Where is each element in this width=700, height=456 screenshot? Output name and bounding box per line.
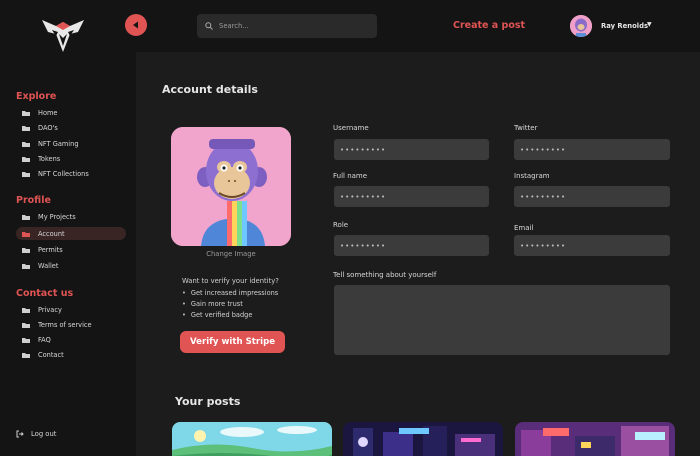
list-item: Get increased impressions xyxy=(182,289,278,300)
chevron-down-icon[interactable]: ▼ xyxy=(647,21,652,28)
sidebar-item-privacy[interactable]: Privacy xyxy=(16,303,126,316)
post-image-1 xyxy=(172,422,332,456)
verify-question: Want to verify your identity? xyxy=(182,277,279,285)
folder-icon xyxy=(22,214,30,220)
instagram-label: Instagram xyxy=(514,172,550,180)
section-title-contact: Contact us xyxy=(16,288,74,299)
sidebar-item-account[interactable]: Account xyxy=(16,227,126,240)
sidebar-item-label: Privacy xyxy=(38,305,62,314)
sidebar-item-label: NFT Collections xyxy=(38,169,89,178)
sidebar-item-nft-gaming[interactable]: NFT Gaming xyxy=(16,137,126,150)
profile-image[interactable] xyxy=(171,127,291,246)
search-input[interactable] xyxy=(219,22,359,30)
avatar[interactable] xyxy=(570,15,592,37)
about-label: Tell something about yourself xyxy=(333,271,437,279)
twitter-field[interactable]: ••••••••• xyxy=(514,139,670,160)
folder-icon xyxy=(22,125,30,131)
change-image-link[interactable]: Change Image xyxy=(171,250,291,258)
list-item: Get verified badge xyxy=(182,311,278,322)
folder-icon xyxy=(22,322,30,328)
benefits-list: Get increased impressions Gain more trus… xyxy=(182,289,278,322)
folder-icon xyxy=(22,337,30,343)
sidebar: Explore Home DAO's NFT Gaming Tokens NFT… xyxy=(0,0,136,456)
email-label: Email xyxy=(514,224,534,232)
sidebar-item-nft-collections[interactable]: NFT Collections xyxy=(16,167,126,180)
sidebar-item-terms[interactable]: Terms of service xyxy=(16,318,126,331)
sidebar-item-label: Account xyxy=(38,229,65,238)
post-image-3 xyxy=(515,422,675,456)
search-icon xyxy=(205,22,213,30)
sidebar-item-label: Terms of service xyxy=(38,320,92,329)
sidebar-item-label: Contact xyxy=(38,350,64,359)
sidebar-item-label: DAO's xyxy=(38,123,58,132)
folder-icon xyxy=(22,307,30,313)
post-image-2 xyxy=(343,422,503,456)
role-label: Role xyxy=(333,221,349,229)
sidebar-item-label: Home xyxy=(38,108,58,117)
ape-nft-image xyxy=(171,127,291,246)
post-thumbnail[interactable] xyxy=(172,422,332,456)
folder-icon xyxy=(22,171,30,177)
back-button[interactable] xyxy=(125,14,147,36)
list-item: Gain more trust xyxy=(182,300,278,311)
folder-icon xyxy=(22,231,30,237)
section-title-explore: Explore xyxy=(16,91,57,102)
full-name-label: Full name xyxy=(333,172,368,180)
sidebar-item-daos[interactable]: DAO's xyxy=(16,121,126,134)
logo-icon[interactable] xyxy=(42,16,84,54)
role-field[interactable]: ••••••••• xyxy=(334,235,489,256)
logout-label: Log out xyxy=(31,430,57,438)
post-thumbnail[interactable] xyxy=(343,422,503,456)
instagram-field[interactable]: ••••••••• xyxy=(514,186,670,207)
user-name[interactable]: Ray Renolds xyxy=(601,22,648,30)
sidebar-item-home[interactable]: Home xyxy=(16,106,126,119)
logout-icon xyxy=(16,430,24,438)
ape-avatar-icon xyxy=(570,15,592,37)
create-post-link[interactable]: Create a post xyxy=(453,20,525,31)
username-field[interactable]: ••••••••• xyxy=(334,139,489,160)
sidebar-item-wallet[interactable]: Wallet xyxy=(16,259,126,272)
sidebar-item-faq[interactable]: FAQ xyxy=(16,333,126,346)
search-bar[interactable] xyxy=(197,14,377,38)
folder-icon xyxy=(22,141,30,147)
sidebar-item-label: Permits xyxy=(38,245,63,254)
sidebar-item-label: FAQ xyxy=(38,335,51,344)
posts-title: Your posts xyxy=(175,395,241,408)
folder-icon xyxy=(22,352,30,358)
logout-button[interactable]: Log out xyxy=(16,430,56,438)
section-title-profile: Profile xyxy=(16,195,51,206)
sidebar-item-label: Tokens xyxy=(38,154,61,163)
triangle-left-icon xyxy=(133,21,138,29)
app-window: Explore Home DAO's NFT Gaming Tokens NFT… xyxy=(0,0,700,456)
sidebar-item-label: Wallet xyxy=(38,261,59,270)
verify-stripe-button[interactable]: Verify with Stripe xyxy=(180,331,285,353)
full-name-field[interactable]: ••••••••• xyxy=(334,186,489,207)
folder-icon xyxy=(22,156,30,162)
email-field[interactable]: ••••••••• xyxy=(514,235,670,256)
twitter-label: Twitter xyxy=(514,124,538,132)
sidebar-item-permits[interactable]: Permits xyxy=(16,243,126,256)
folder-icon xyxy=(22,247,30,253)
folder-icon xyxy=(22,110,30,116)
sidebar-item-my-projects[interactable]: My Projects xyxy=(16,210,126,223)
about-textarea[interactable] xyxy=(334,285,670,355)
sidebar-item-label: NFT Gaming xyxy=(38,139,79,148)
sidebar-item-tokens[interactable]: Tokens xyxy=(16,152,126,165)
sidebar-item-label: My Projects xyxy=(38,212,76,221)
username-label: Username xyxy=(333,124,369,132)
post-thumbnail[interactable] xyxy=(515,422,675,456)
page-title: Account details xyxy=(162,83,258,96)
folder-icon xyxy=(22,263,30,269)
sidebar-item-contact[interactable]: Contact xyxy=(16,348,126,361)
